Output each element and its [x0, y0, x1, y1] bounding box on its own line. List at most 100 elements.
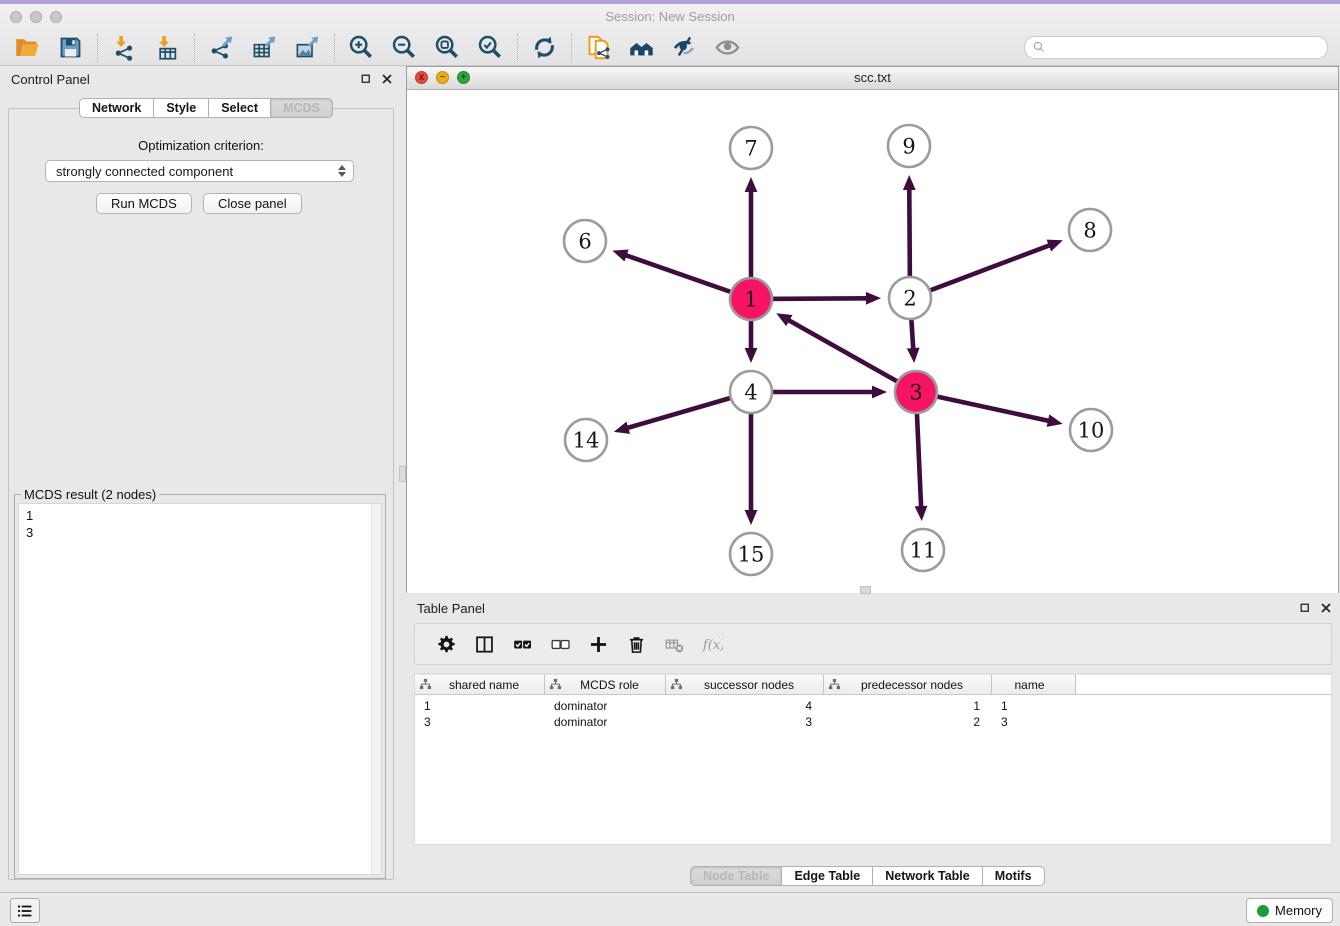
close-panel-button[interactable]: Close panel	[203, 193, 302, 214]
tab-style[interactable]: Style	[154, 98, 209, 118]
trash-icon[interactable]	[617, 627, 655, 661]
column-header-name[interactable]: name	[992, 675, 1076, 694]
graph-node-8[interactable]: 8	[1069, 209, 1111, 251]
criterion-dropdown-value: strongly connected component	[56, 164, 233, 179]
graph-node-2[interactable]: 2	[889, 277, 931, 319]
criterion-dropdown[interactable]: strongly connected component	[45, 160, 354, 182]
graph-node-label: 10	[1078, 419, 1105, 443]
memory-status-dot	[1257, 905, 1269, 917]
toolbar-separator	[334, 34, 335, 62]
graph-node-10[interactable]: 10	[1070, 409, 1112, 451]
graph-node-label: 1	[744, 288, 757, 312]
show-hide-graphics-details-icon[interactable]	[663, 32, 706, 64]
table-cell[interactable]: 4	[666, 699, 824, 713]
uncheck-all-icon[interactable]	[541, 627, 579, 661]
network-canvas[interactable]: 7 9 6 8 1 2 4 3 14 10 15 11	[407, 90, 1338, 593]
import-table-icon[interactable]	[146, 32, 189, 64]
graph-edge-arrowhead-1-6	[612, 249, 628, 261]
table-cell[interactable]: 1	[824, 699, 992, 713]
search-input[interactable]	[1047, 40, 1320, 56]
table-panel-title: Table Panel	[417, 601, 485, 616]
control-panel: Control Panel NetworkStyleSelectMCDS Opt…	[0, 66, 401, 892]
column-header-shared-name[interactable]: shared name	[415, 675, 545, 694]
table-cell[interactable]: 3	[415, 715, 545, 729]
table-cell[interactable]: dominator	[545, 699, 666, 713]
table-cell[interactable]: 1	[415, 699, 545, 713]
open-folder-icon[interactable]	[6, 32, 49, 64]
plus-icon[interactable]	[579, 627, 617, 661]
titlebar: Session: New Session	[0, 4, 1340, 29]
tab-edge-table[interactable]: Edge Table	[782, 866, 873, 886]
save-session-icon[interactable]	[49, 32, 92, 64]
table-cell[interactable]: 1	[992, 699, 1076, 713]
table-cell[interactable]: 2	[824, 715, 992, 729]
column-header-MCDS-role[interactable]: MCDS role	[545, 675, 666, 694]
graph-node-9[interactable]: 9	[888, 125, 930, 167]
graph-node-11[interactable]: 11	[902, 529, 944, 571]
tab-network[interactable]: Network	[79, 98, 154, 118]
toolbar-separator	[571, 34, 572, 62]
graph-node-label: 14	[573, 429, 600, 453]
import-network-icon[interactable]	[103, 32, 146, 64]
main-toolbar	[0, 29, 1340, 66]
tab-network-table[interactable]: Network Table	[873, 866, 983, 886]
gear-icon[interactable]	[427, 627, 465, 661]
column-type-icon	[549, 678, 562, 691]
zoom-in-icon[interactable]	[340, 32, 383, 64]
graph-node-6[interactable]: 6	[564, 220, 606, 262]
search-box[interactable]	[1024, 36, 1328, 59]
refresh-layout-icon[interactable]	[523, 32, 566, 64]
zoom-fit-icon[interactable]	[426, 32, 469, 64]
task-history-button[interactable]	[10, 898, 40, 923]
graph-edge-2-8[interactable]	[910, 245, 1051, 298]
memory-button[interactable]: Memory	[1246, 898, 1333, 923]
table-panel: Table Panel f(x) shared nameMCDS rolesuc…	[406, 595, 1340, 890]
column-header-predecessor-nodes[interactable]: predecessor nodes	[824, 675, 992, 694]
network-overview-icon[interactable]	[620, 32, 663, 64]
tab-select[interactable]: Select	[209, 98, 271, 118]
zoom-out-icon[interactable]	[383, 32, 426, 64]
columns-icon[interactable]	[465, 627, 503, 661]
tab-mcds[interactable]: MCDS	[271, 98, 333, 118]
graph-node-15[interactable]: 15	[730, 533, 772, 575]
graph-node-label: 2	[903, 287, 916, 311]
graph-node-3[interactable]: 3	[895, 371, 937, 413]
table-cell[interactable]: 3	[666, 715, 824, 729]
check-all-icon[interactable]	[503, 627, 541, 661]
float-panel-icon[interactable]	[360, 73, 372, 85]
tab-motifs[interactable]: Motifs	[983, 866, 1045, 886]
table-row[interactable]: 3dominator323	[415, 714, 1331, 730]
export-network-icon[interactable]	[200, 32, 243, 64]
column-header-successor-nodes[interactable]: successor nodes	[666, 675, 824, 694]
table-panel-header: Table Panel	[406, 595, 1340, 621]
export-image-icon[interactable]	[286, 32, 329, 64]
toolbar-separator	[517, 34, 518, 62]
tab-node-table[interactable]: Node Table	[690, 866, 782, 886]
graph-node-label: 3	[909, 381, 922, 405]
export-table-icon[interactable]	[243, 32, 286, 64]
graph-node-7[interactable]: 7	[730, 127, 772, 169]
graph-node-14[interactable]: 14	[565, 419, 607, 461]
close-panel-icon[interactable]	[381, 73, 393, 85]
run-mcds-button[interactable]: Run MCDS	[96, 193, 192, 214]
vertical-splitter-handle[interactable]	[399, 466, 406, 482]
graph-edge-arrowhead-1-2	[866, 292, 881, 305]
float-panel-icon[interactable]	[1299, 602, 1311, 614]
hidden-eye-icon[interactable]	[706, 32, 749, 64]
clone-network-icon[interactable]	[577, 32, 620, 64]
horizontal-splitter-handle[interactable]	[860, 586, 871, 594]
zoom-selected-icon[interactable]	[469, 32, 512, 64]
graph-node-4[interactable]: 4	[730, 371, 772, 413]
table-row[interactable]: 1dominator411	[415, 698, 1331, 714]
table-cell[interactable]: 3	[992, 715, 1076, 729]
mcds-result-area[interactable]: 13	[18, 503, 382, 875]
mcds-result-values: 13	[19, 504, 381, 544]
mcds-result-box: MCDS result (2 nodes) 13	[14, 494, 386, 879]
graph-node-1[interactable]: 1	[730, 278, 772, 320]
table-cell[interactable]: dominator	[545, 715, 666, 729]
table-body: 1dominator4113dominator323	[415, 695, 1331, 730]
graph-edge-arrowhead-4-14	[614, 422, 630, 434]
status-bar: Memory	[0, 892, 1340, 926]
result-scrollbar[interactable]	[371, 504, 381, 874]
close-panel-icon[interactable]	[1320, 602, 1332, 614]
